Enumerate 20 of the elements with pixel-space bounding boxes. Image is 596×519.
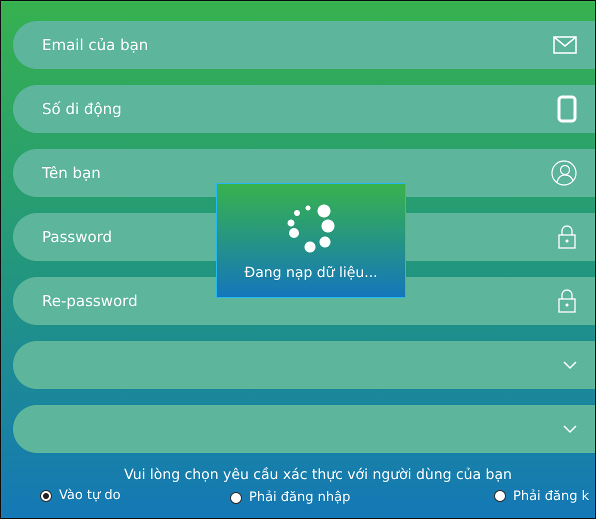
instruction-text: Vui lòng chọn yêu cầu xác thực với người dùng của bạn	[123, 467, 513, 483]
radio-option[interactable]: Vào tự do	[40, 486, 230, 505]
input-field[interactable]: Tên bạn	[13, 149, 595, 197]
dropdown-field[interactable]	[13, 405, 595, 453]
lock-icon	[557, 224, 577, 250]
user-icon	[551, 160, 577, 186]
phone-icon	[557, 95, 577, 123]
spinner-icon	[287, 204, 335, 254]
chevron-down-icon	[563, 424, 577, 434]
radio-button[interactable]	[230, 492, 242, 504]
chevron-down-icon	[563, 360, 577, 370]
radio-button[interactable]	[40, 490, 52, 502]
radio-option[interactable]: Phải đăng k	[494, 487, 594, 505]
radio-button[interactable]	[494, 490, 506, 502]
input-field[interactable]: Email của bạn	[13, 21, 595, 69]
radio-option[interactable]: Phải đăng nhập	[230, 490, 494, 505]
dropdown-field[interactable]	[13, 341, 595, 389]
input-field[interactable]: Số di động	[13, 85, 595, 133]
lock-icon	[557, 288, 577, 314]
envelope-icon	[553, 36, 577, 54]
